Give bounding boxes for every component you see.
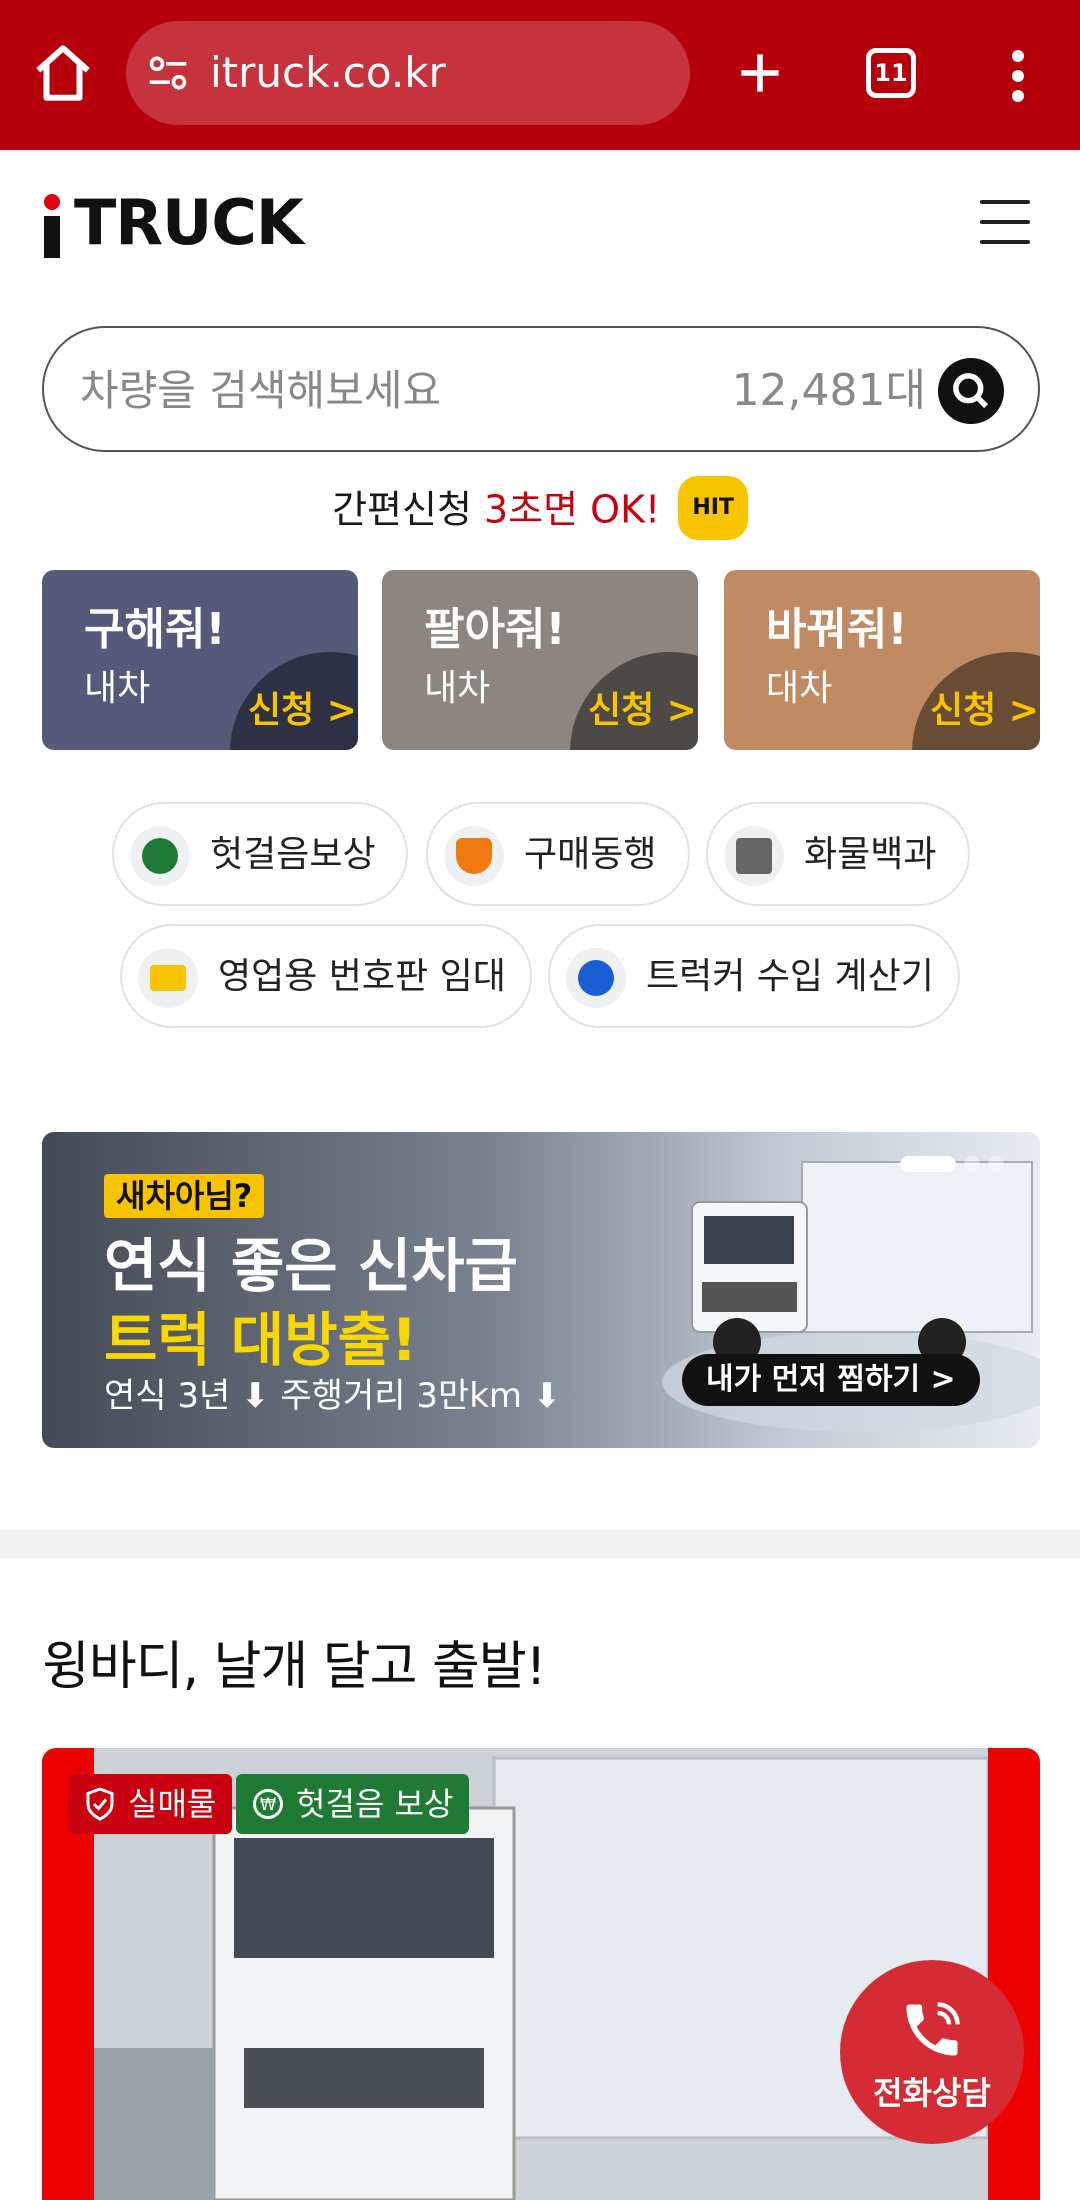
service-income-calculator[interactable]: 트럭커 수입 계산기 [548, 924, 960, 1028]
shield-check-icon [86, 1787, 114, 1821]
won-refresh-icon [130, 826, 190, 886]
card-title: 팔아줘! [424, 604, 566, 655]
badge-real-listing: 실매물 [68, 1774, 233, 1834]
phone-icon [906, 2002, 960, 2056]
card-apply-label: 신청 > [248, 690, 357, 731]
svg-text:₩: ₩ [260, 1795, 276, 1814]
card-title: 바꿔줘! [766, 604, 908, 655]
search-input[interactable]: 차량을 검색해보세요 12,481대 [42, 326, 1040, 452]
service-label: 영업용 번호판 임대 [218, 956, 506, 997]
card-subtitle: 대차 [766, 668, 833, 709]
logo-i [44, 216, 60, 258]
search-placeholder: 차량을 검색해보세요 [80, 366, 442, 415]
more-menu-icon[interactable] [1000, 46, 1036, 106]
banner-headline-2: 트럭 대방출! [104, 1306, 418, 1374]
card-trade[interactable]: 바꿔줘! 대차 신청 > [724, 570, 1040, 750]
card-subtitle: 내차 [84, 668, 151, 709]
banner-headline-1: 연식 좋은 신차급 [104, 1232, 518, 1300]
logo-text: TRUCK [74, 186, 304, 259]
phone-consult-button[interactable]: 전화상담 [840, 1960, 1024, 2144]
service-label: 트럭커 수입 계산기 [646, 956, 934, 997]
banner-sub-year: 연식 3년 [104, 1376, 231, 1416]
quick-apply-title: 간편신청 3초면 OK! HIT [0, 476, 1080, 544]
book-icon [724, 826, 784, 886]
service-wasted-trip-compensation[interactable]: 헛걸음보상 [112, 802, 408, 906]
service-cargo-encyclopedia[interactable]: 화물백과 [706, 802, 970, 906]
service-purchase-escort[interactable]: 구매동행 [426, 802, 690, 906]
badge-wasted-trip-compensation: ₩ 헛걸음 보상 [236, 1774, 470, 1834]
badge-label: 헛걸음 보상 [296, 1785, 454, 1823]
menu-icon[interactable] [980, 200, 1030, 250]
won-refresh-icon: ₩ [253, 1789, 283, 1819]
banner-subtext: 연식 3년 ⬇ 주행거리 3만km ⬇ [104, 1370, 561, 1422]
down-arrow-icon: ⬇ [522, 1376, 562, 1416]
banner-tag: 새차아님? [104, 1174, 265, 1218]
home-icon[interactable] [30, 40, 96, 106]
new-tab-icon[interactable] [732, 40, 788, 106]
card-apply-label: 신청 > [930, 690, 1039, 731]
search-icon [953, 373, 989, 409]
license-plate-icon [138, 948, 198, 1008]
address-bar[interactable]: itruck.co.kr [126, 21, 690, 125]
url-text: itruck.co.kr [210, 48, 446, 97]
down-arrow-icon: ⬇ [230, 1376, 281, 1416]
vehicle-count: 12,481대 [731, 365, 926, 416]
banner-pagination [900, 1156, 1012, 1175]
phone-consult-label: 전화상담 [873, 2074, 991, 2112]
section-divider [0, 1530, 1080, 1558]
won-coin-icon [566, 948, 626, 1008]
card-subtitle: 내차 [424, 668, 491, 709]
banner-cta-button[interactable]: 내가 먼저 찜하기 > [682, 1354, 980, 1406]
promo-banner[interactable]: 새차아님? 연식 좋은 신차급 트럭 대방출! 연식 3년 ⬇ 주행거리 3만k… [42, 1132, 1040, 1448]
logo-dot [44, 194, 60, 210]
service-label: 구매동행 [524, 834, 657, 875]
service-label: 헛걸음보상 [210, 834, 376, 875]
browser-toolbar: itruck.co.kr 11 [0, 0, 1080, 150]
section-title: 윙바디, 날개 달고 출발! [42, 1637, 547, 1697]
card-sell[interactable]: 팔아줘! 내차 신청 > [382, 570, 698, 750]
service-license-plate-rental[interactable]: 영업용 번호판 임대 [120, 924, 532, 1028]
badge-label: 실매물 [128, 1785, 217, 1823]
card-apply-label: 신청 > [588, 690, 697, 731]
quick-apply-highlight: 3초면 OK! [483, 487, 661, 532]
quick-apply-prefix: 간편신청 [332, 487, 484, 532]
banner-sub-mileage: 주행거리 3만km [280, 1376, 523, 1416]
card-buy[interactable]: 구해줘! 내차 신청 > [42, 570, 358, 750]
shield-plus-icon [444, 826, 504, 886]
site-settings-icon[interactable] [146, 51, 190, 95]
search-button[interactable] [938, 358, 1004, 424]
card-title: 구해줘! [84, 604, 226, 655]
service-label: 화물백과 [804, 834, 937, 875]
hit-badge: HIT [678, 476, 748, 540]
tab-switcher-button[interactable]: 11 [866, 48, 916, 98]
